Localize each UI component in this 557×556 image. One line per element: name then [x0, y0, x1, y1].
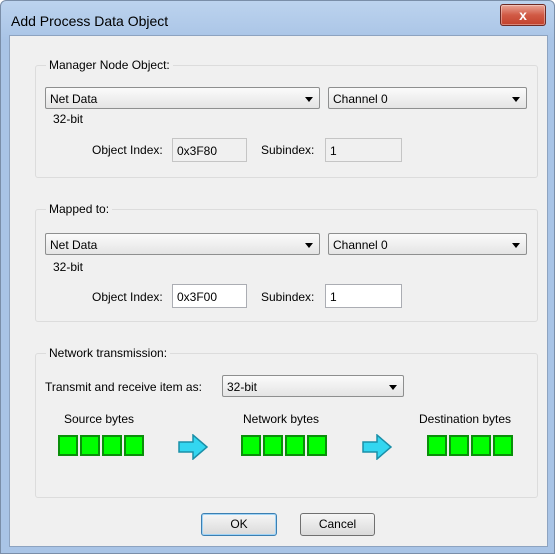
network-transmission-group: Network transmission: Transmit and recei… [35, 346, 538, 498]
source-byte-2 [80, 435, 100, 456]
mapped-data-value: Net Data [50, 238, 98, 252]
manager-index-field: 0x3F80 [172, 138, 247, 162]
destination-bytes [427, 435, 513, 456]
mapped-channel-value: Channel 0 [333, 238, 388, 252]
manager-channel-combo[interactable]: Channel 0 [328, 87, 527, 109]
cancel-button[interactable]: Cancel [300, 513, 375, 536]
source-byte-3 [102, 435, 122, 456]
mapped-to-label: Mapped to: [46, 202, 113, 216]
destination-byte-4 [493, 435, 513, 456]
network-byte-1 [241, 435, 261, 456]
manager-node-label: Manager Node Object: [46, 58, 173, 72]
manager-data-value: Net Data [50, 92, 98, 106]
manager-bits-label: 32-bit [53, 112, 84, 126]
source-byte-1 [58, 435, 78, 456]
mapped-index-label: Object Index: [92, 290, 163, 304]
mapped-subindex-value: 1 [330, 290, 337, 304]
destination-byte-2 [449, 435, 469, 456]
manager-index-value: 0x3F80 [177, 144, 218, 158]
window-title: Add Process Data Object [11, 13, 169, 29]
chevron-down-icon [305, 97, 313, 102]
source-bytes [58, 435, 144, 456]
source-bytes-label: Source bytes [64, 412, 135, 426]
manager-node-group: Manager Node Object: Net Data Channel 0 … [35, 58, 538, 178]
manager-data-combo[interactable]: Net Data [45, 87, 320, 109]
manager-subindex-field: 1 [325, 138, 402, 162]
title-bar[interactable]: Add Process Data Object x [1, 1, 554, 35]
transmit-as-value: 32-bit [227, 380, 258, 394]
mapped-subindex-input[interactable]: 1 [325, 284, 402, 308]
manager-subindex-value: 1 [330, 144, 337, 158]
chevron-down-icon [512, 97, 520, 102]
chevron-down-icon [512, 243, 520, 248]
dialog-window: Add Process Data Object x Manager Node O… [0, 0, 555, 554]
manager-subindex-label: Subindex: [261, 143, 315, 157]
mapped-channel-combo[interactable]: Channel 0 [328, 233, 527, 255]
close-icon: x [519, 7, 527, 23]
manager-channel-value: Channel 0 [333, 92, 388, 106]
mapped-index-value: 0x3F00 [177, 290, 218, 304]
mapped-bits-label: 32-bit [53, 260, 84, 274]
destination-bytes-label: Destination bytes [419, 412, 512, 426]
mapped-subindex-label: Subindex: [261, 290, 315, 304]
network-transmission-label: Network transmission: [46, 346, 171, 360]
right-arrow-icon [362, 434, 392, 460]
chevron-down-icon [305, 243, 313, 248]
manager-index-label: Object Index: [92, 143, 163, 157]
destination-byte-1 [427, 435, 447, 456]
mapped-index-input[interactable]: 0x3F00 [172, 284, 247, 308]
chevron-down-icon [389, 385, 397, 390]
right-arrow-icon [178, 434, 208, 460]
network-bytes [241, 435, 327, 456]
ok-button[interactable]: OK [201, 513, 277, 536]
close-button[interactable]: x [500, 4, 546, 26]
network-byte-3 [285, 435, 305, 456]
transmit-as-label: Transmit and receive item as: [45, 380, 202, 394]
destination-byte-3 [471, 435, 491, 456]
transmit-as-combo[interactable]: 32-bit [222, 375, 404, 397]
network-byte-4 [307, 435, 327, 456]
mapped-to-group: Mapped to: Net Data Channel 0 32-bit Obj… [35, 202, 538, 322]
network-byte-2 [263, 435, 283, 456]
network-bytes-label: Network bytes [243, 412, 320, 426]
source-byte-4 [124, 435, 144, 456]
dialog-client-area: Manager Node Object: Net Data Channel 0 … [9, 35, 548, 547]
mapped-data-combo[interactable]: Net Data [45, 233, 320, 255]
